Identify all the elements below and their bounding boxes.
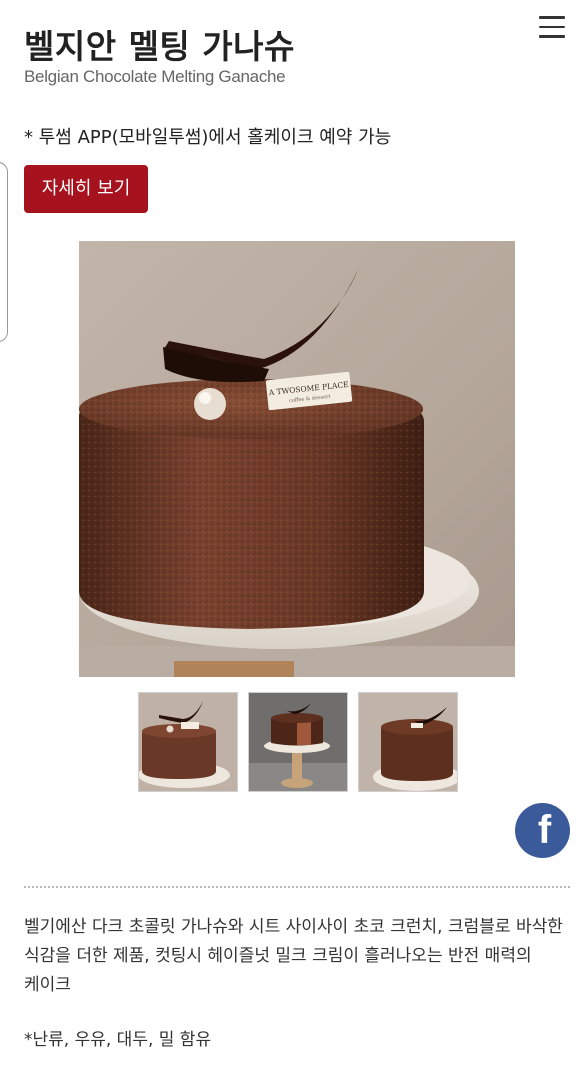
thumbnail-1[interactable] [138, 692, 238, 792]
facebook-share-button[interactable]: f [515, 803, 570, 858]
allergen-info: *난류, 우유, 대두, 밀 함유 [24, 1030, 212, 1050]
section-divider [24, 886, 570, 888]
reservation-notice: * 투썸 APP(모바일투썸)에서 홀케이크 예약 가능 [24, 127, 392, 148]
side-drawer-handle[interactable] [0, 162, 8, 342]
facebook-icon: f [537, 808, 552, 852]
page-title: 벨지안 멜팅 가나슈 [24, 27, 295, 66]
view-details-button[interactable]: 자세히 보기 [24, 165, 148, 213]
page-subtitle: Belgian Chocolate Melting Ganache [24, 67, 286, 86]
product-description: 벨기에산 다크 초콜릿 가나슈와 시트 사이사이 초코 크런치, 크럼블로 바삭… [24, 917, 563, 995]
thumbnail-3[interactable] [358, 692, 458, 792]
product-main-image: A TWOSOME PLACE coffee & dessert [79, 241, 515, 677]
thumbnail-2[interactable] [248, 692, 348, 792]
hamburger-menu-icon[interactable] [539, 16, 565, 38]
